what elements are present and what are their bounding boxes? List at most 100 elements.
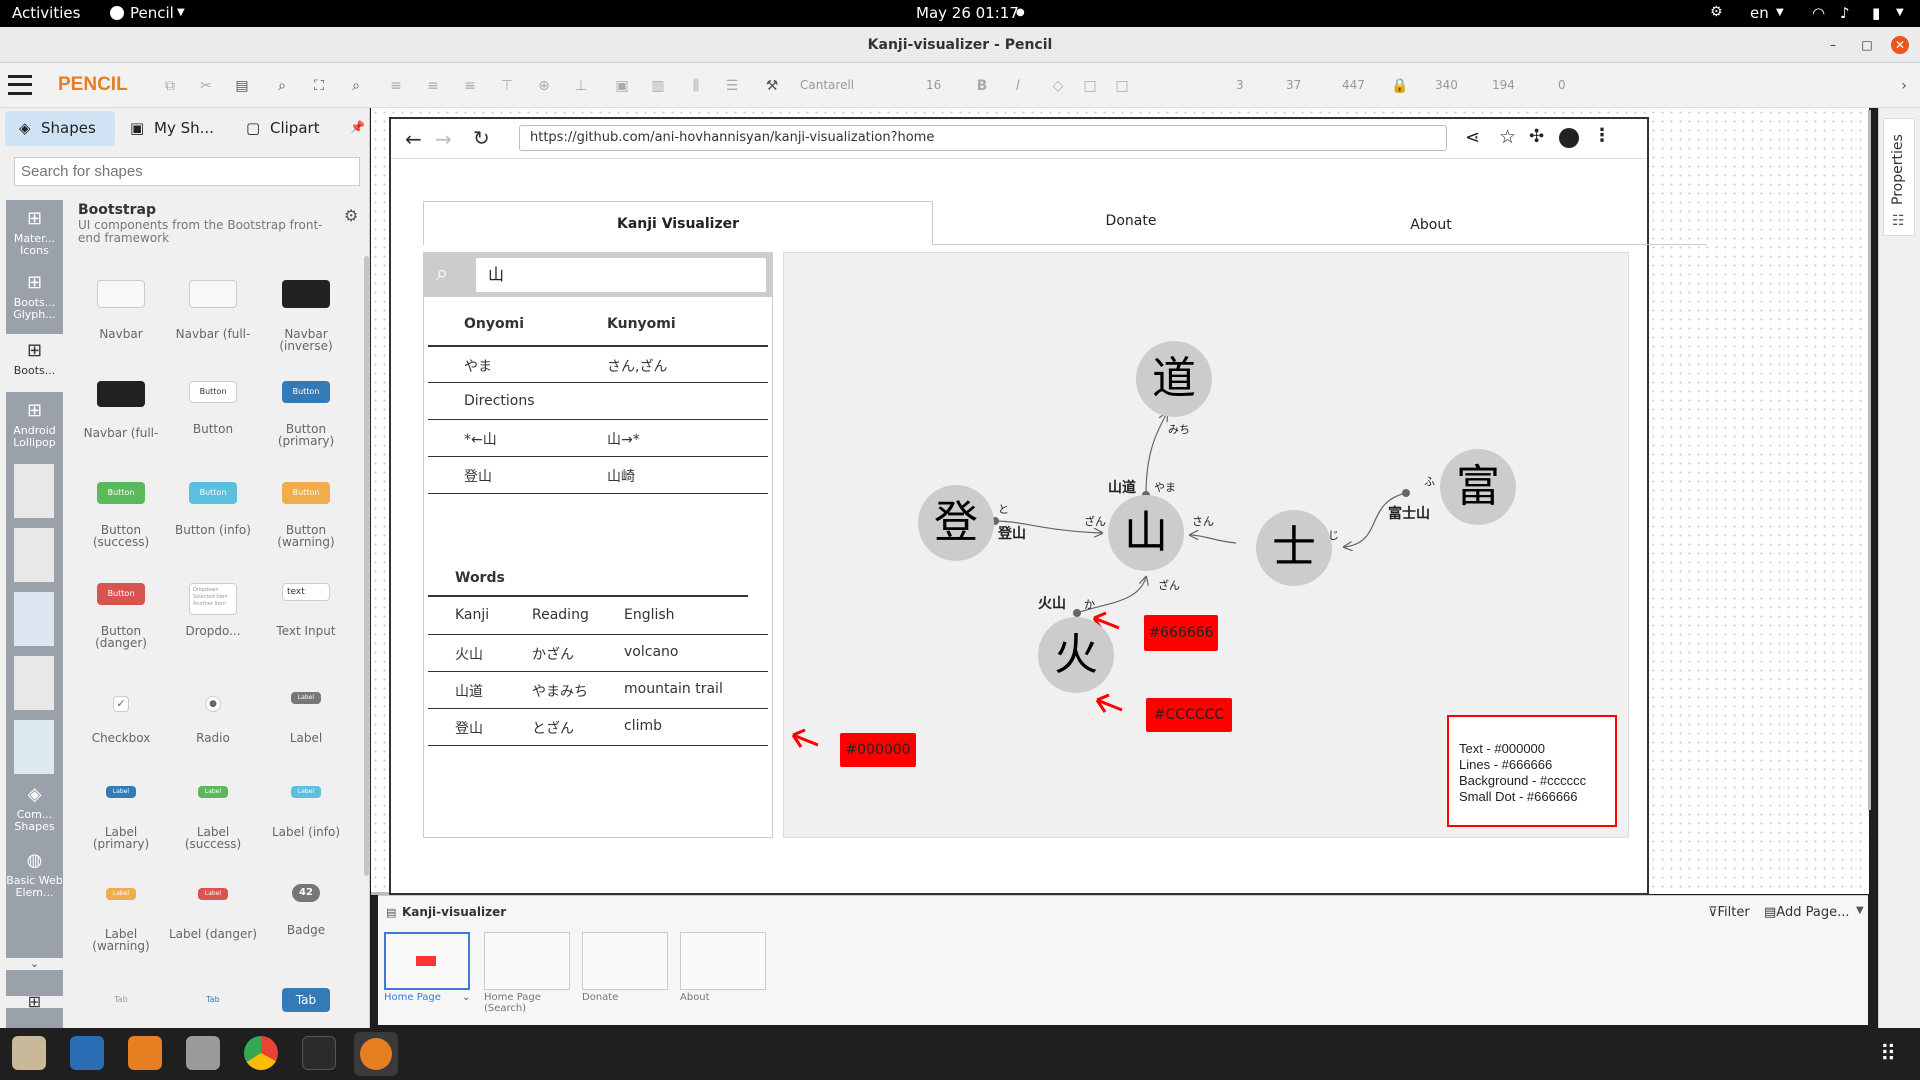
y-field[interactable]: 447 — [1342, 78, 1365, 92]
fill-icon[interactable]: ◇ — [1048, 76, 1068, 96]
page-thumb-home[interactable] — [384, 932, 470, 990]
collection-thumbnail[interactable] — [14, 720, 54, 774]
x-field[interactable]: 37 — [1286, 78, 1301, 92]
shape-badge[interactable]: 42 Badge — [261, 884, 351, 936]
group-icon[interactable]: ▣ — [612, 76, 632, 96]
extension-icon[interactable]: ✣ — [1529, 126, 1544, 147]
page-thumb-donate[interactable] — [582, 932, 668, 990]
mockup-page[interactable]: ← → ↻ https://github.com/ani-hovhannisya… — [389, 117, 1707, 895]
shape-tab-link[interactable]: Tab — [168, 992, 258, 1008]
kanji-node-michi[interactable]: 道 — [1136, 341, 1212, 417]
page-thumb-about[interactable] — [680, 932, 766, 990]
settings-icon[interactable]: ⚙ — [344, 206, 358, 225]
list-icon[interactable]: ☰ — [722, 76, 742, 96]
zoom-out-icon[interactable]: ⌕ — [346, 76, 366, 96]
shape-button-warning[interactable]: Button Button (warning) — [261, 482, 351, 548]
fit-icon[interactable]: ⛶ — [309, 76, 329, 96]
ungroup-icon[interactable]: ▥ — [648, 76, 668, 96]
collection-thumbnail[interactable] — [14, 464, 54, 518]
tab-my-shapes[interactable]: ▣ My Sh... — [118, 111, 228, 146]
shape-text-input[interactable]: text Text Input — [261, 583, 351, 637]
category-bootstrap[interactable]: ⊞ Boots... — [6, 334, 63, 392]
lock-icon[interactable]: 🔒 — [1390, 76, 1410, 96]
files-icon[interactable] — [12, 1036, 46, 1070]
app-menu[interactable]: Pencil — [130, 4, 174, 22]
shape-navbar-full[interactable]: Navbar (full- — [168, 280, 258, 340]
copy-icon[interactable]: ⧉ — [160, 76, 180, 96]
shape-radio[interactable]: ● Radio — [168, 696, 258, 744]
reload-icon[interactable]: ↻ — [473, 126, 490, 150]
paste-icon[interactable]: ▤ — [232, 76, 252, 96]
font-family-select[interactable]: Cantarell — [800, 75, 904, 97]
kanji-node-to[interactable]: 登 — [918, 485, 994, 561]
cut-icon[interactable]: ✂ — [196, 76, 216, 96]
collection-thumbnail[interactable] — [14, 592, 54, 646]
zoom-in-icon[interactable]: ⌕ — [272, 76, 292, 96]
chevron-down-icon[interactable]: ▼ — [1856, 905, 1864, 916]
share-icon[interactable]: ⋖ — [1465, 127, 1480, 148]
kanji-node-yama[interactable]: 山 — [1108, 495, 1184, 571]
height-field[interactable]: 194 — [1492, 78, 1515, 92]
align-bottom-icon[interactable]: ⊥ — [571, 76, 591, 96]
pin-icon[interactable]: 📌 — [350, 120, 365, 134]
chevron-down-icon[interactable]: ⌄ — [6, 958, 63, 970]
shape-button-info[interactable]: Button Button (info) — [168, 482, 258, 536]
add-page-button[interactable]: ▤Add Page... — [1764, 905, 1849, 920]
shape-button-danger[interactable]: Button Button (danger) — [76, 583, 166, 649]
tab-shapes[interactable]: ◈ Shapes — [5, 111, 115, 146]
tab-donate[interactable]: Donate — [1051, 213, 1211, 229]
terminal-icon[interactable] — [302, 1036, 336, 1070]
grid-view-icon[interactable]: ⊞ — [6, 994, 63, 1010]
network-icon[interactable]: ⚙ — [1710, 4, 1723, 20]
shape-label-warning[interactable]: Label Label (warning) — [76, 888, 166, 952]
collection-thumbnail[interactable] — [14, 656, 54, 710]
back-arrow-icon[interactable]: ← — [405, 127, 422, 151]
chrome-icon[interactable] — [244, 1036, 278, 1070]
impress-icon[interactable] — [128, 1036, 162, 1070]
fill-color-icon[interactable]: □ — [1080, 76, 1100, 96]
tab-clipart[interactable]: ▢ Clipart — [234, 111, 344, 146]
search-shapes-input[interactable] — [14, 157, 360, 186]
url-bar[interactable]: https://github.com/ani-hovhannisyan/kanj… — [519, 125, 1447, 151]
width-field[interactable]: 340 — [1435, 78, 1458, 92]
maximize-button[interactable]: □ — [1858, 36, 1876, 54]
star-icon[interactable]: ☆ — [1499, 126, 1516, 148]
volume-icon[interactable]: ♪ — [1840, 4, 1850, 22]
kanji-node-tsuchi[interactable]: 士 — [1256, 510, 1332, 586]
minimize-button[interactable]: – — [1824, 36, 1842, 54]
align-center-icon[interactable]: ≡ — [423, 76, 443, 96]
shape-tab[interactable]: Tab — [76, 992, 166, 1008]
shape-navbar-inverse[interactable]: Navbar (inverse) — [261, 280, 351, 352]
shape-label-danger[interactable]: Label Label (danger) — [168, 888, 258, 940]
pencil-dock-item[interactable] — [354, 1032, 398, 1076]
wifi-icon[interactable]: ◠ — [1812, 4, 1825, 22]
properties-tab[interactable]: Properties ☷ — [1883, 118, 1915, 236]
app-grid-icon[interactable]: ⠿ — [1880, 1042, 1896, 1067]
stroke-width-field[interactable]: 3 — [1236, 78, 1244, 92]
language-indicator[interactable]: en — [1750, 4, 1769, 22]
tab-about[interactable]: About — [1351, 217, 1511, 233]
shape-label-info[interactable]: Label Label (info) — [261, 786, 351, 838]
category-common-shapes[interactable]: ◈ Com... Shapes — [6, 784, 63, 833]
scrollbar[interactable] — [364, 256, 369, 876]
shape-navbar[interactable]: Navbar — [76, 280, 166, 340]
align-top-icon[interactable]: ⊤ — [497, 76, 517, 96]
shape-tab-active[interactable]: Tab — [261, 988, 351, 1012]
angle-field[interactable]: 0 — [1558, 78, 1566, 92]
filter-button[interactable]: ⊽Filter — [1708, 905, 1750, 920]
align-middle-icon[interactable]: ⊕ — [534, 76, 554, 96]
collection-thumbnail[interactable] — [14, 528, 54, 582]
page-thumb-home-search[interactable] — [484, 932, 570, 990]
kanji-node-tomi[interactable]: 富 — [1440, 449, 1516, 525]
shape-label[interactable]: Label Label — [261, 692, 351, 744]
hamburger-menu-icon[interactable] — [8, 75, 32, 95]
shape-checkbox[interactable]: ✓ Checkbox — [76, 696, 166, 744]
category-bootstrap-glyph[interactable]: ⊞ Boots... Glyph... — [6, 272, 63, 321]
align-left-icon[interactable]: ≡ — [386, 76, 406, 96]
category-android-lollipop[interactable]: ⊞ Android Lollipop — [6, 400, 63, 449]
italic-icon[interactable]: I — [1008, 76, 1028, 96]
shape-button[interactable]: Button Button — [168, 381, 258, 435]
shape-button-success[interactable]: Button Button (success) — [76, 482, 166, 548]
shape-dropdown[interactable]: Dropdown Selected Item Another Item Dropdo.… — [168, 583, 258, 637]
clock[interactable]: May 26 01:17 — [916, 4, 1019, 22]
